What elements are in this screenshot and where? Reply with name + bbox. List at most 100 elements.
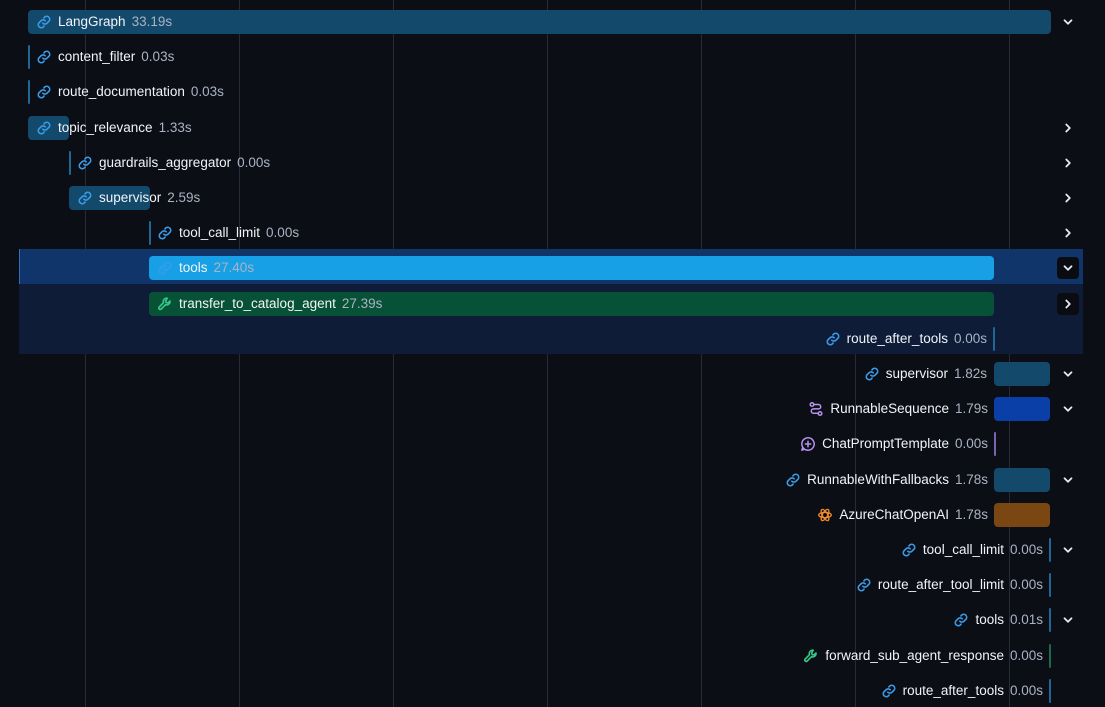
link-icon — [77, 155, 93, 171]
trace-row[interactable]: ChatPromptTemplate 0.00s — [0, 424, 1105, 459]
run-label: supervisor 1.82s — [864, 362, 987, 386]
run-name: AzureChatOpenAI — [839, 506, 949, 522]
collapse-chevron-icon[interactable] — [1057, 363, 1079, 385]
collapse-chevron-icon[interactable] — [1057, 257, 1079, 280]
expand-chevron-icon[interactable] — [1057, 117, 1079, 139]
run-name: supervisor — [885, 366, 948, 381]
run-duration-bar — [994, 502, 1050, 527]
run-duration: 0.00s — [1009, 577, 1043, 593]
link-icon — [157, 225, 173, 241]
run-name: tools — [975, 612, 1004, 628]
run-duration: 0.03s — [190, 84, 224, 100]
wrench-icon — [803, 648, 819, 664]
trace-row[interactable]: transfer_to_catalog_agent 27.39s — [0, 284, 1105, 319]
collapse-chevron-icon[interactable] — [1057, 539, 1079, 561]
sequence-icon — [808, 401, 824, 417]
trace-row[interactable]: content_filter 0.03s — [0, 37, 1105, 72]
run-duration: 1.78s — [954, 471, 988, 487]
run-label: route_documentation 0.03s — [36, 80, 224, 104]
trace-row[interactable]: guardrails_aggregator 0.00s — [0, 143, 1105, 178]
run-duration-tick — [149, 221, 151, 246]
run-label: tools 27.40s — [157, 256, 254, 280]
trace-row[interactable]: LangGraph 33.19s — [0, 2, 1105, 37]
link-icon — [864, 366, 880, 382]
run-duration-bar — [149, 256, 994, 281]
trace-row[interactable]: forward_sub_agent_response 0.00s — [0, 636, 1105, 671]
trace-row[interactable]: route_after_tool_limit 0.00s — [0, 565, 1105, 600]
run-name: tool_call_limit — [922, 542, 1004, 557]
run-label: content_filter 0.03s — [36, 45, 174, 69]
run-duration: 1.79s — [954, 401, 988, 417]
link-icon — [36, 120, 52, 136]
run-name: RunnableWithFallbacks — [807, 471, 949, 487]
run-name: route_documentation — [58, 84, 185, 100]
run-duration: 2.59s — [167, 190, 201, 205]
run-duration: 33.19s — [131, 14, 173, 29]
run-label: route_after_tools 0.00s — [881, 679, 1043, 703]
run-duration-tick — [28, 45, 30, 70]
trace-row[interactable]: tool_call_limit 0.00s — [0, 213, 1105, 248]
trace-row[interactable]: tools 27.40s — [0, 248, 1105, 283]
link-icon — [36, 84, 52, 100]
run-name: LangGraph — [58, 14, 126, 29]
run-duration-tick — [994, 432, 996, 457]
trace-row[interactable]: AzureChatOpenAI 1.78s — [0, 495, 1105, 530]
run-name: content_filter — [58, 49, 136, 65]
run-duration: 0.00s — [237, 154, 271, 170]
collapse-chevron-icon[interactable] — [1057, 398, 1079, 420]
run-name: route_after_tools — [902, 682, 1004, 698]
run-duration: 0.00s — [953, 330, 987, 346]
run-label: RunnableSequence 1.79s — [808, 397, 988, 421]
collapse-chevron-icon[interactable] — [1057, 609, 1079, 631]
run-label: LangGraph 33.19s — [36, 10, 172, 34]
run-label: forward_sub_agent_response 0.00s — [803, 644, 1043, 668]
run-duration: 0.00s — [1009, 542, 1043, 557]
run-label: tool_call_limit 0.00s — [157, 221, 299, 245]
run-label: guardrails_aggregator 0.00s — [77, 151, 270, 175]
run-name: route_after_tool_limit — [877, 577, 1004, 593]
run-name: topic_relevance — [58, 119, 153, 135]
link-icon — [825, 331, 841, 347]
prompt-icon — [800, 436, 816, 452]
run-duration: 0.03s — [141, 49, 175, 65]
collapse-chevron-icon[interactable] — [1057, 11, 1079, 33]
expand-chevron-icon[interactable] — [1057, 152, 1079, 174]
run-duration: 27.39s — [341, 295, 383, 311]
trace-row[interactable]: route_after_tools 0.00s — [0, 671, 1105, 706]
run-duration: 27.40s — [213, 260, 255, 276]
link-icon — [881, 683, 897, 699]
trace-row[interactable]: RunnableWithFallbacks 1.78s — [0, 460, 1105, 495]
run-duration: 1.33s — [158, 119, 192, 135]
run-duration-bar — [28, 10, 1051, 34]
run-label: transfer_to_catalog_agent 27.39s — [157, 292, 382, 316]
run-duration: 0.00s — [1009, 647, 1043, 663]
expand-chevron-icon[interactable] — [1057, 222, 1079, 244]
trace-row[interactable]: topic_relevance 1.33s — [0, 108, 1105, 143]
trace-row[interactable]: tool_call_limit 0.00s — [0, 530, 1105, 565]
run-duration-tick — [1049, 573, 1051, 598]
trace-row[interactable]: RunnableSequence 1.79s — [0, 389, 1105, 424]
trace-row[interactable]: tools 0.01s — [0, 600, 1105, 635]
run-duration-tick — [1049, 538, 1051, 562]
link-icon — [36, 14, 52, 30]
run-label: topic_relevance 1.33s — [36, 116, 192, 140]
trace-row[interactable]: supervisor 1.82s — [0, 354, 1105, 389]
expand-chevron-icon[interactable] — [1057, 292, 1079, 315]
trace-row[interactable]: supervisor 2.59s — [0, 178, 1105, 213]
run-label: supervisor 2.59s — [77, 186, 200, 210]
collapse-chevron-icon[interactable] — [1057, 469, 1079, 491]
expand-chevron-icon[interactable] — [1057, 187, 1079, 209]
run-duration: 0.01s — [1009, 612, 1043, 628]
link-icon — [953, 612, 969, 628]
run-name: guardrails_aggregator — [99, 154, 232, 170]
link-icon — [785, 472, 801, 488]
run-duration-tick — [69, 150, 71, 175]
link-icon — [157, 260, 173, 276]
wrench-icon — [157, 296, 173, 312]
trace-row[interactable]: route_after_tools 0.00s — [0, 319, 1105, 354]
run-name: supervisor — [99, 190, 162, 205]
openai-icon — [817, 507, 833, 523]
run-label: AzureChatOpenAI 1.78s — [817, 503, 988, 527]
run-name: RunnableSequence — [830, 401, 949, 417]
trace-row[interactable]: route_documentation 0.03s — [0, 72, 1105, 107]
